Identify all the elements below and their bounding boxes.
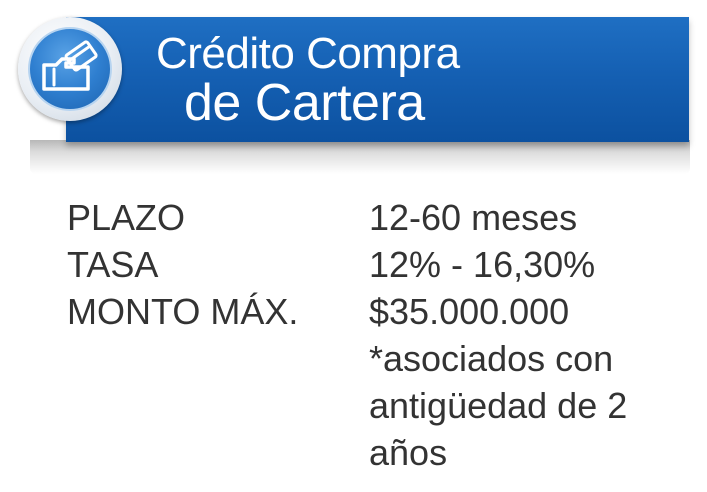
detail-row-plazo: PLAZO 12-60 meses <box>67 194 687 241</box>
banner-shadow <box>30 140 690 174</box>
banner-title: Crédito Compra de Cartera <box>156 29 460 132</box>
detail-value: $35.000.000 <box>369 291 570 332</box>
detail-value: 12% - 16,30% <box>369 244 596 285</box>
detail-row-tasa: TASA 12% - 16,30% <box>67 241 687 288</box>
icon-badge-inner <box>28 27 112 111</box>
hand-card-icon <box>42 40 98 91</box>
banner-title-line2: de Cartera <box>184 74 425 132</box>
detail-label: TASA <box>67 244 159 285</box>
banner: Crédito Compra de Cartera <box>66 17 689 142</box>
details-list: PLAZO 12-60 meses TASA 12% - 16,30% MONT… <box>67 194 687 476</box>
detail-label: MONTO MÁX. <box>67 291 299 332</box>
eligibility-note: *asociados con antigüedad de 2 años <box>369 338 628 473</box>
banner-title-line1: Crédito Compra <box>156 29 460 78</box>
detail-row-monto: MONTO MÁX. $35.000.000 <box>67 288 687 335</box>
detail-value: 12-60 meses <box>369 197 578 238</box>
page: Crédito Compra de Cartera PLAZO 12-60 me… <box>0 0 707 492</box>
icon-badge <box>18 17 122 121</box>
detail-label: PLAZO <box>67 197 186 238</box>
